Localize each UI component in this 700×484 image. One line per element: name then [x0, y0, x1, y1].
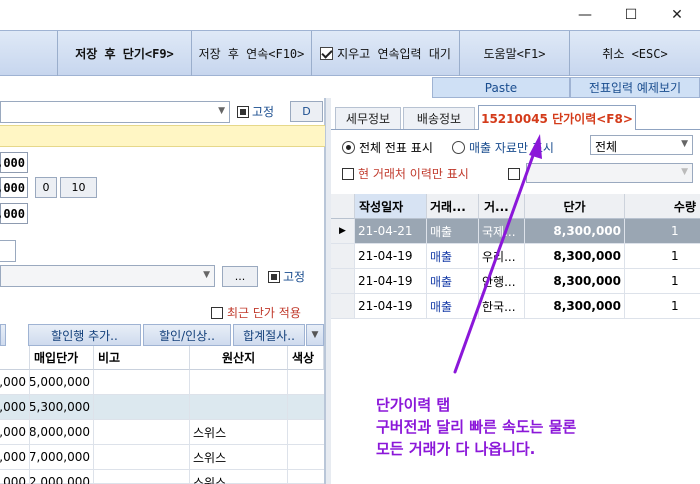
annotation-text: 단가이력 탭 구버전과 달리 빠른 속도는 물론 모든 거래가 다 나옵니다. [376, 396, 577, 458]
